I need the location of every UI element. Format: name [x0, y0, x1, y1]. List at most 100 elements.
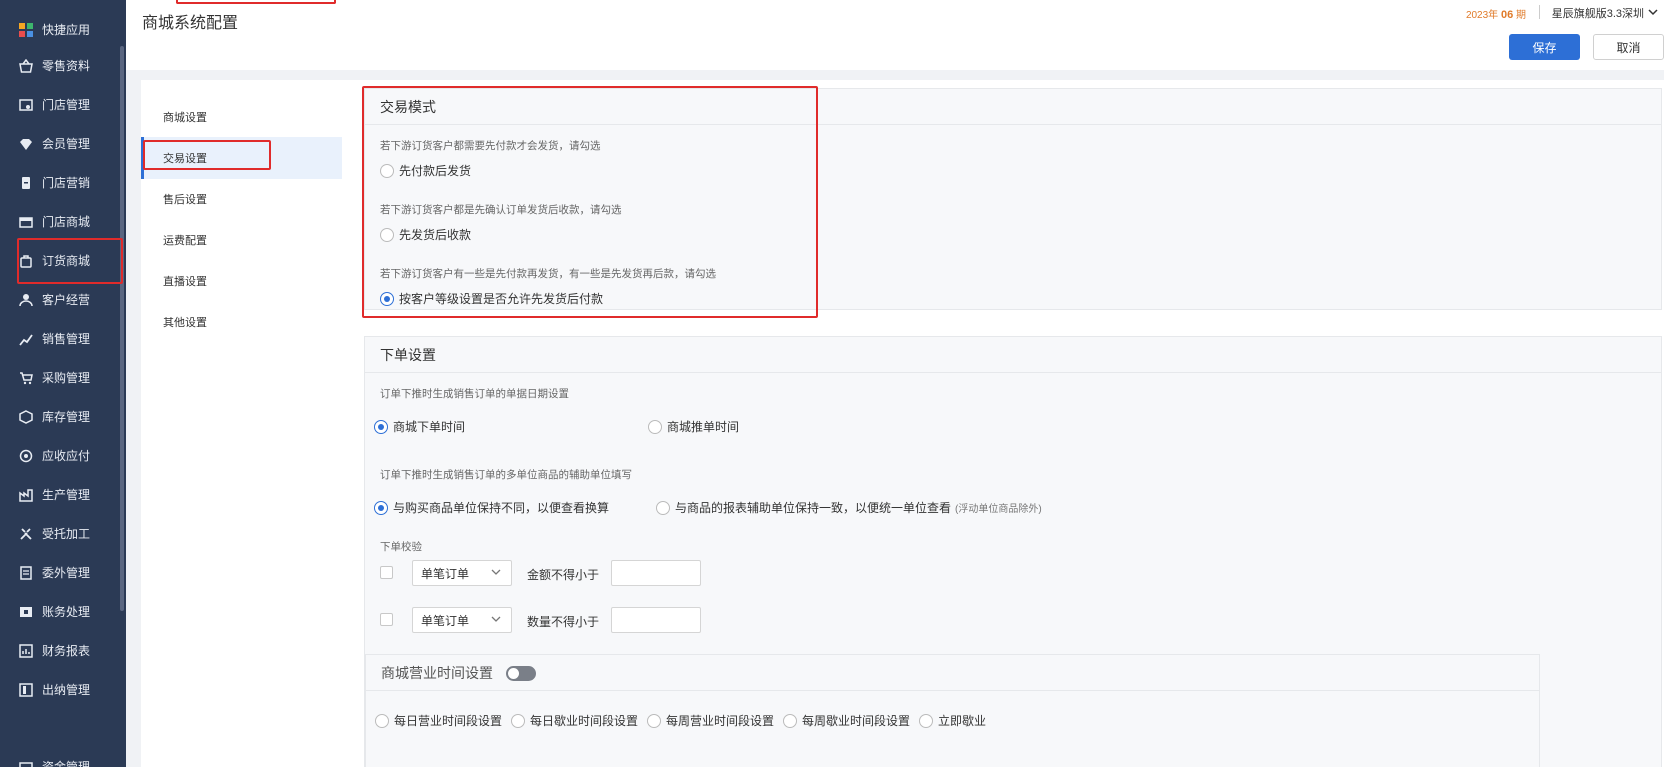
- radio-circle: [656, 500, 670, 515]
- radio-circle-selected: [380, 291, 394, 306]
- nav-item-quick-apps[interactable]: 快捷应用: [0, 9, 120, 50]
- hint-text: 若下游订货客户都需要先付款才会发货，请勾选: [380, 140, 601, 152]
- hint-text: 若下游订货客户都是先确认订单发货后收款，请勾选: [380, 204, 622, 216]
- submenu-item-trade-settings[interactable]: 交易设置: [141, 137, 342, 179]
- min-amount-input[interactable]: [611, 560, 701, 586]
- radio-mall-order-time[interactable]: 商城下单时间: [374, 418, 465, 435]
- nav-item-sales-mgmt[interactable]: 销售管理: [0, 318, 120, 359]
- radio-weekly-open[interactable]: 每周营业时间段设置: [647, 712, 774, 729]
- nav-item-receivable-payable[interactable]: 应收应付: [0, 435, 120, 476]
- edition-suffix: 期: [1516, 10, 1526, 21]
- nav-item-store-mall[interactable]: 门店商城: [0, 201, 120, 242]
- nav-item-member-mgmt[interactable]: 会员管理: [0, 123, 120, 164]
- quantity-check-checkbox[interactable]: [380, 613, 393, 626]
- tools-icon: [18, 526, 34, 542]
- submenu-item-shipping-config[interactable]: 运费配置: [141, 219, 342, 261]
- radio-unit-consistent[interactable]: 与商品的报表辅助单位保持一致，以便统一单位查看 (浮动单位商品除外): [656, 499, 1042, 516]
- business-hours-section: 商城营业时间设置 每日营业时间段设置 每日歇业时间段设置 每周营业时间段设置 每…: [365, 654, 1540, 767]
- radio-unit-different[interactable]: 与购买商品单位保持不同，以便查看换算: [374, 499, 609, 516]
- order-settings-section: 下单设置 订单下推时生成销售订单的单据日期设置 商城下单时间 商城推单时间 订单…: [364, 336, 1662, 767]
- nav-item-cashier-mgmt[interactable]: 出纳管理: [0, 669, 120, 710]
- nav-item-entrusted-processing[interactable]: 受托加工: [0, 513, 120, 554]
- radio-circle: [783, 713, 797, 728]
- nav-scrollbar[interactable]: [120, 46, 124, 611]
- diamond-icon: [18, 136, 34, 152]
- radio-weekly-closed[interactable]: 每周歇业时间段设置: [783, 712, 910, 729]
- edition-period: 2023年 06 期: [1466, 6, 1526, 21]
- box-icon: [18, 409, 34, 425]
- nav-item-purchase-mgmt[interactable]: 采购管理: [0, 357, 120, 398]
- radio-circle: [511, 713, 525, 728]
- order-scope-select[interactable]: 单笔订单: [412, 560, 512, 586]
- nav-item-store-marketing[interactable]: 门店营销: [0, 162, 120, 203]
- main-content: 交易模式 若下游订货客户都需要先付款才会发货，请勾选 先付款后发货 若下游订货客…: [342, 80, 1664, 767]
- save-button[interactable]: 保存: [1509, 34, 1580, 60]
- radio-circle: [648, 419, 662, 434]
- radio-note: (浮动单位商品除外): [955, 504, 1042, 515]
- radio-label: 商城推单时间: [667, 420, 740, 434]
- chevron-down-icon: [491, 566, 501, 580]
- radio-close-now[interactable]: 立即歇业: [919, 712, 986, 729]
- radio-by-customer-level[interactable]: 按客户等级设置是否允许先发货后付款: [380, 290, 603, 307]
- submenu-item-other-settings[interactable]: 其他设置: [141, 301, 342, 343]
- edition-period-number: 06: [1500, 9, 1514, 21]
- radio-pay-before-ship[interactable]: 先付款后发货: [380, 162, 471, 179]
- radio-label: 每日歇业时间段设置: [530, 714, 639, 728]
- nav-item-label: 销售管理: [42, 332, 91, 346]
- radio-circle: [647, 713, 661, 728]
- nav-item-accounting[interactable]: 账务处理: [0, 591, 120, 632]
- nav-item-label: 财务报表: [42, 644, 91, 658]
- nav-item-label: 生产管理: [42, 488, 91, 502]
- cart-icon: [18, 370, 34, 386]
- ledger-icon: [18, 604, 34, 620]
- nav-item-order-mall[interactable]: 订货商城: [0, 240, 120, 281]
- nav-item-label: 库存管理: [42, 410, 91, 424]
- submenu-item-aftersale-settings[interactable]: 售后设置: [141, 178, 342, 220]
- submenu-item-mall-settings[interactable]: 商城设置: [141, 96, 342, 138]
- radio-label: 先付款后发货: [399, 164, 472, 178]
- trade-mode-section: 交易模式 若下游订货客户都需要先付款才会发货，请勾选 先付款后发货 若下游订货客…: [364, 88, 1662, 310]
- nav-item-label: 会员管理: [42, 137, 91, 151]
- sales-icon: [18, 331, 34, 347]
- nav-item-label: 资金管理: [42, 760, 91, 767]
- page-title: 商城系统配置: [142, 15, 239, 32]
- select-value: 单笔订单: [421, 566, 470, 581]
- company-switcher[interactable]: 星辰旗舰版3.3深圳: [1552, 5, 1658, 21]
- radio-label: 与商品的报表辅助单位保持一致，以便统一单位查看: [675, 501, 952, 515]
- nav-item-inventory-mgmt[interactable]: 库存管理: [0, 396, 120, 437]
- nav-item-label: 出纳管理: [42, 683, 91, 697]
- edition-year: 2023年: [1465, 10, 1499, 21]
- nav-item-label: 门店营销: [42, 176, 91, 190]
- min-quantity-input[interactable]: [611, 607, 701, 633]
- nav-item-label: 门店管理: [42, 98, 91, 112]
- nav-item-outsource-mgmt[interactable]: 委外管理: [0, 552, 120, 593]
- business-hours-toggle[interactable]: [506, 666, 536, 681]
- section-title: 商城营业时间设置: [366, 655, 1539, 691]
- nav-item-retail-data[interactable]: 零售资料: [0, 45, 120, 86]
- radio-circle: [380, 227, 394, 242]
- nav-item-fund-mgmt[interactable]: 资金管理: [0, 746, 120, 767]
- radio-ship-before-pay[interactable]: 先发货后收款: [380, 226, 471, 243]
- field-label: 金额不得小于: [527, 568, 600, 582]
- nav-item-customer-ops[interactable]: 客户经营: [0, 279, 120, 320]
- nav-item-store-mgmt[interactable]: 门店管理: [0, 84, 120, 125]
- nav-item-financial-report[interactable]: 财务报表: [0, 630, 120, 671]
- radio-daily-closed[interactable]: 每日歇业时间段设置: [511, 712, 638, 729]
- customer-icon: [18, 292, 34, 308]
- radio-circle-selected: [374, 419, 388, 434]
- nav-item-production-mgmt[interactable]: 生产管理: [0, 474, 120, 515]
- chevron-down-icon: [491, 613, 501, 627]
- select-value: 单笔订单: [421, 613, 470, 628]
- chevron-down-icon: [1648, 7, 1658, 20]
- radio-circle: [375, 713, 389, 728]
- cancel-button[interactable]: 取消: [1593, 34, 1664, 60]
- amount-check-checkbox[interactable]: [380, 566, 393, 579]
- nav-item-label: 客户经营: [42, 293, 91, 307]
- order-check-title: 下单校验: [380, 541, 422, 553]
- radio-mall-push-time[interactable]: 商城推单时间: [648, 418, 739, 435]
- hint-text: 订单下推时生成销售订单的单据日期设置: [380, 388, 569, 400]
- order-scope-select[interactable]: 单笔订单: [412, 607, 512, 633]
- radio-label: 与购买商品单位保持不同，以便查看换算: [393, 501, 610, 515]
- submenu-item-live-settings[interactable]: 直播设置: [141, 260, 342, 302]
- radio-daily-open[interactable]: 每日营业时间段设置: [375, 712, 502, 729]
